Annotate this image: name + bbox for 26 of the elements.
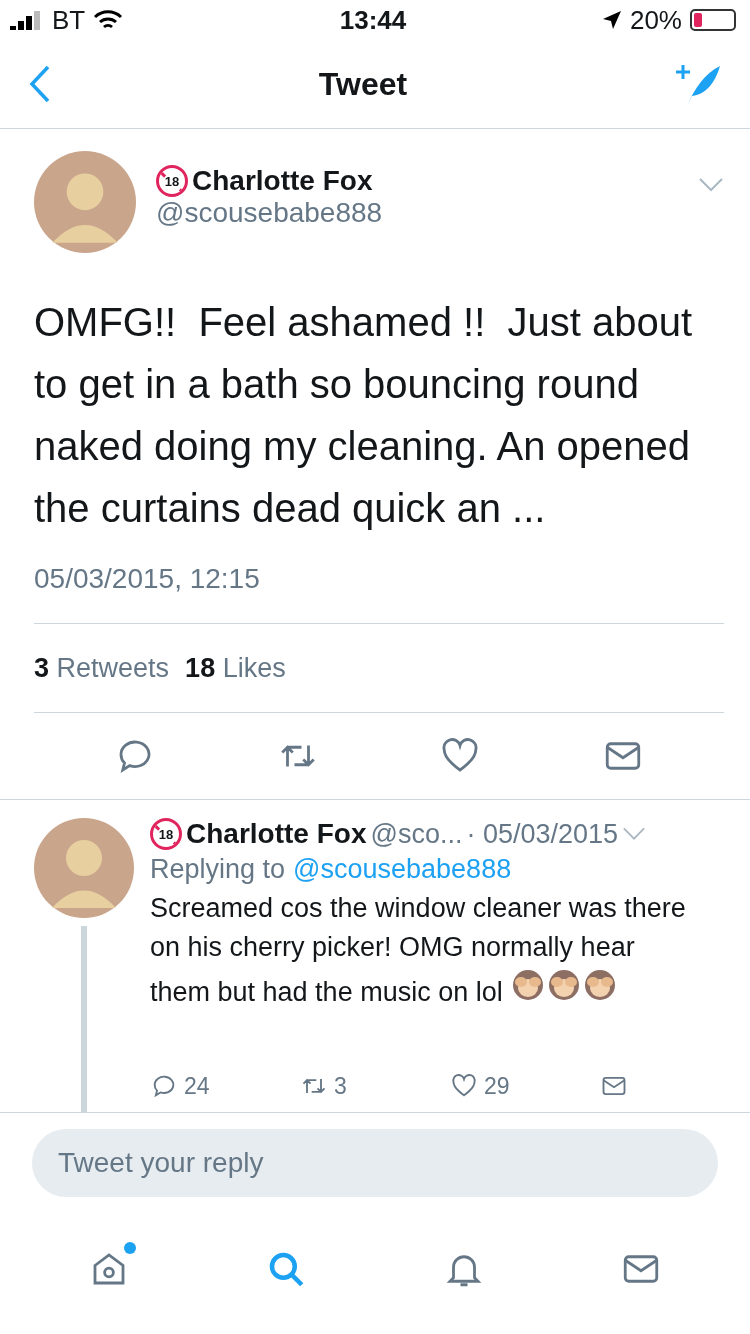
age-restriction-badge: 18 [156, 165, 188, 197]
back-chevron-icon[interactable] [28, 64, 52, 104]
tweet-text: OMFG!! Feel ashamed !! Just about to get in a bath so bouncing round naked doing my cleaning. An opened the curtains dead quick an ... [34, 299, 694, 532]
location-arrow-icon [601, 10, 622, 30]
wifi-icon [93, 9, 124, 31]
author-handle[interactable]: @sco... [370, 818, 463, 850]
author-name[interactable]: Charlotte Fox [186, 818, 367, 850]
replying-label: Replying to [150, 854, 286, 885]
page-title: Tweet [318, 65, 408, 103]
reply-date: · 05/03/2015 [466, 818, 619, 850]
tweet-timestamp: 05/03/2015, 12:15 [34, 563, 261, 595]
stat-count[interactable]: 18 Likes [185, 652, 286, 684]
battery-icon [690, 9, 736, 31]
action-count: 3 [334, 1072, 347, 1100]
author-name[interactable]: Charlotte Fox [192, 165, 373, 197]
reply-input-field[interactable]: Tweet your reply [32, 1129, 718, 1197]
clock-time: 13:44 [339, 4, 407, 36]
stat-count[interactable]: 3 Retweets [34, 652, 170, 684]
carrier-name: BT [52, 4, 86, 36]
reply-text: Screamed cos the window cleaner was there on his cherry picker! OMG normally hear them but had the music on lol [150, 892, 687, 1009]
unread-dot [123, 1242, 136, 1254]
action-count: 24 [184, 1072, 210, 1100]
battery-percentage: 20% [629, 4, 682, 36]
author-handle[interactable]: @scousebabe888 [156, 197, 678, 229]
age-restriction-badge: 18 [150, 818, 182, 850]
action-count: 29 [484, 1072, 510, 1100]
